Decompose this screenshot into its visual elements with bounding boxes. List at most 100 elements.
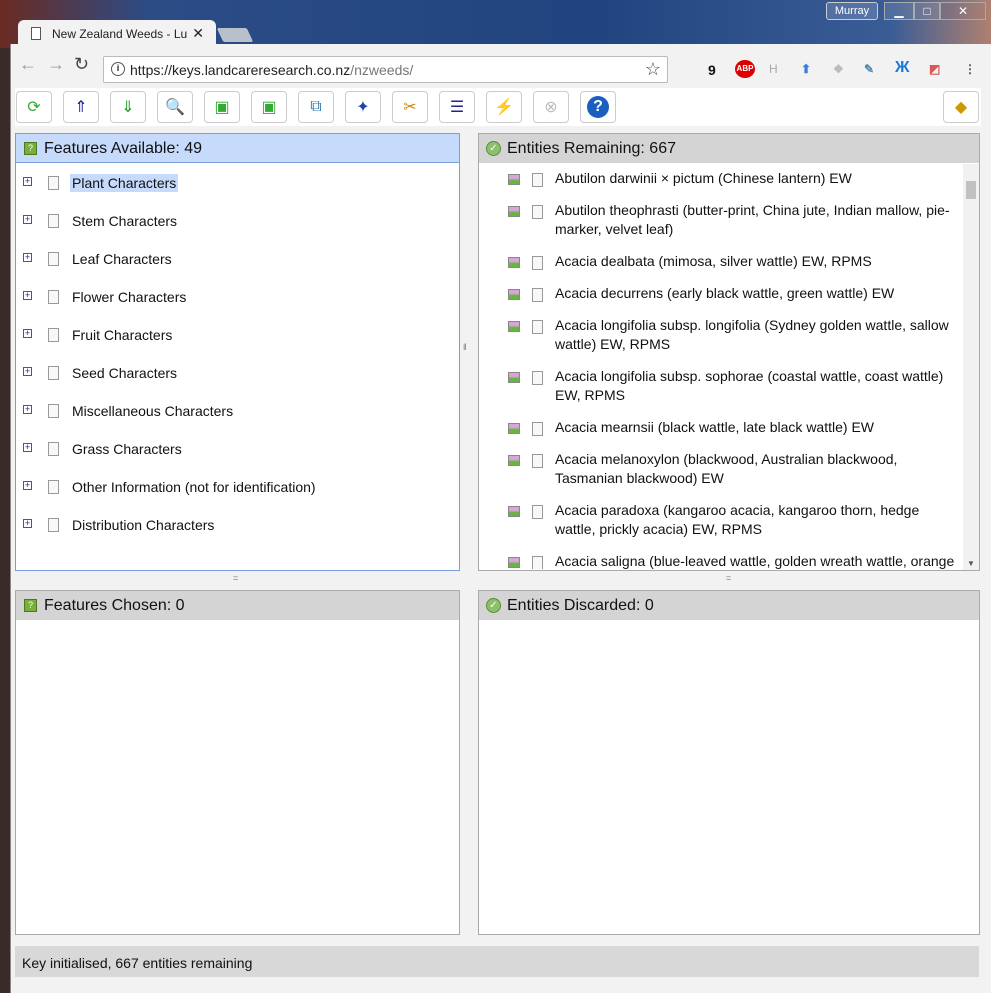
vertical-splitter[interactable]: ‖: [463, 342, 467, 352]
document-icon[interactable]: [532, 205, 543, 219]
close-tab-icon[interactable]: ✕: [192, 25, 204, 42]
expand-icon[interactable]: +: [23, 481, 32, 490]
find-button[interactable]: 🔍: [157, 91, 193, 123]
feature-item[interactable]: + Flower Characters: [16, 278, 459, 316]
entity-item[interactable]: Acacia saligna (blue-leaved wattle, gold…: [479, 546, 979, 569]
scrollbar[interactable]: ▼: [963, 164, 979, 570]
close-window-button[interactable]: ✕: [940, 2, 986, 20]
document-icon[interactable]: [532, 556, 543, 569]
share-icon[interactable]: ◩: [929, 62, 940, 76]
scroll-thumb[interactable]: [966, 181, 976, 199]
document-icon[interactable]: [532, 288, 543, 302]
expand-icon[interactable]: +: [23, 291, 32, 300]
panel-header: ? Features Available: 49: [16, 134, 459, 163]
image-icon[interactable]: [508, 174, 520, 185]
extension-badge[interactable]: 9: [708, 62, 716, 78]
address-bar[interactable]: i https://keys.landcareresearch.co.nz/nzw…: [103, 56, 668, 83]
entity-item[interactable]: Acacia longifolia subsp. sophorae (coast…: [479, 361, 979, 412]
feature-item[interactable]: + Other Information (not for identificati…: [16, 468, 459, 506]
feature-item[interactable]: + Distribution Characters: [16, 506, 459, 544]
entity-item[interactable]: Acacia mearnsii (black wattle, late blac…: [479, 412, 979, 444]
feature-item[interactable]: + Stem Characters: [16, 202, 459, 240]
image-icon[interactable]: [508, 455, 520, 466]
page-icon: [31, 27, 41, 40]
image-icon[interactable]: [508, 372, 520, 383]
entity-item[interactable]: Acacia paradoxa (kangaroo acacia, kangar…: [479, 495, 979, 546]
feature-item[interactable]: + Plant Characters: [16, 164, 459, 202]
restart-button[interactable]: ⟳: [16, 91, 52, 123]
entity-item[interactable]: Abutilon darwinii × pictum (Chinese lant…: [479, 163, 979, 195]
document-icon[interactable]: [532, 454, 543, 468]
new-tab-button[interactable]: [216, 28, 254, 42]
feature-item[interactable]: + Grass Characters: [16, 430, 459, 468]
checklist-button[interactable]: ☰: [439, 91, 475, 123]
document-icon[interactable]: [532, 256, 543, 270]
wizard-button[interactable]: ✦: [345, 91, 381, 123]
document-icon[interactable]: [532, 371, 543, 385]
identify-button[interactable]: ▣: [251, 91, 287, 123]
forward-icon[interactable]: →: [47, 54, 65, 75]
entity-item[interactable]: Abutilon theophrasti (butter-print, Chin…: [479, 195, 979, 246]
features-up-button[interactable]: ⇑: [63, 91, 99, 123]
image-icon[interactable]: [508, 557, 520, 568]
features-down-button[interactable]: ⇓: [110, 91, 146, 123]
lucid-logo[interactable]: ◆: [943, 91, 979, 123]
feature-item[interactable]: + Fruit Characters: [16, 316, 459, 354]
expand-icon[interactable]: +: [23, 519, 32, 528]
expand-icon[interactable]: +: [23, 443, 32, 452]
butterfly-icon[interactable]: Ж: [895, 59, 909, 77]
prune-button[interactable]: ✂: [392, 91, 428, 123]
image-icon[interactable]: [508, 423, 520, 434]
profile-button[interactable]: Murray: [826, 2, 878, 20]
image-icon[interactable]: [508, 257, 520, 268]
help-button[interactable]: ?: [580, 91, 616, 123]
image-icon[interactable]: [508, 289, 520, 300]
notes-icon[interactable]: ✎: [864, 62, 874, 76]
expand-icon[interactable]: +: [23, 329, 32, 338]
entity-item[interactable]: Acacia decurrens (early black wattle, gr…: [479, 278, 979, 310]
document-icon: [48, 290, 59, 304]
horizontal-splitter[interactable]: =: [233, 573, 238, 583]
expand-icon[interactable]: +: [23, 367, 32, 376]
image-icon[interactable]: [508, 321, 520, 332]
entity-label: Acacia melanoxylon (blackwood, Australia…: [555, 451, 898, 486]
features-chosen-panel: ? Features Chosen: 0: [15, 590, 460, 935]
entity-item[interactable]: Acacia dealbata (mimosa, silver wattle) …: [479, 246, 979, 278]
image-icon[interactable]: [508, 506, 520, 517]
feature-item[interactable]: + Leaf Characters: [16, 240, 459, 278]
dropbox-icon[interactable]: ❖: [833, 62, 844, 76]
check-icon: ✓: [486, 598, 501, 613]
document-icon[interactable]: [532, 320, 543, 334]
reload-icon[interactable]: ↻: [74, 54, 89, 75]
adblock-icon[interactable]: ABP: [735, 60, 755, 78]
info-icon[interactable]: i: [111, 62, 125, 76]
lightning-button[interactable]: ⚡: [486, 91, 522, 123]
feature-label: Plant Characters: [70, 174, 179, 192]
document-icon[interactable]: [532, 422, 543, 436]
entity-item[interactable]: Acacia melanoxylon (blackwood, Australia…: [479, 444, 979, 495]
expand-icon[interactable]: +: [23, 253, 32, 262]
maximize-button[interactable]: □: [914, 2, 940, 20]
expand-icon[interactable]: +: [23, 177, 32, 186]
expand-icon[interactable]: +: [23, 405, 32, 414]
feature-item[interactable]: + Seed Characters: [16, 354, 459, 392]
entity-label: Acacia mearnsii (black wattle, late blac…: [555, 419, 874, 435]
horizontal-splitter[interactable]: =: [726, 573, 731, 583]
menu-icon[interactable]: ⋮: [964, 62, 976, 76]
bookmark-star-icon[interactable]: ☆: [645, 59, 661, 80]
scroll-down-icon[interactable]: ▼: [967, 559, 975, 568]
upload-extension-icon[interactable]: ⬆: [801, 62, 811, 76]
feature-label: Stem Characters: [72, 213, 178, 229]
h-extension-icon[interactable]: H: [769, 62, 778, 76]
differences-button[interactable]: ⧉: [298, 91, 334, 123]
document-icon[interactable]: [532, 505, 543, 519]
image-icon[interactable]: [508, 206, 520, 217]
best-button[interactable]: ▣: [204, 91, 240, 123]
expand-icon[interactable]: +: [23, 215, 32, 224]
document-icon[interactable]: [532, 173, 543, 187]
feature-item[interactable]: + Miscellaneous Characters: [16, 392, 459, 430]
feature-label: Distribution Characters: [72, 517, 215, 533]
back-icon[interactable]: ←: [19, 54, 37, 75]
entity-item[interactable]: Acacia longifolia subsp. longifolia (Syd…: [479, 310, 979, 361]
minimize-button[interactable]: ▁: [884, 2, 914, 20]
